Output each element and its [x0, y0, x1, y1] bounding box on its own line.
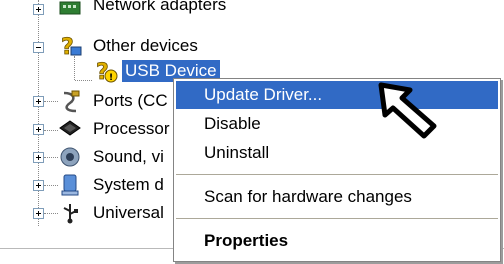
expand-plus-icon[interactable]: [33, 4, 44, 15]
tree-item-label: Other devices: [93, 36, 198, 55]
expand-plus-icon[interactable]: [33, 180, 44, 191]
menu-item-label: Uninstall: [204, 143, 270, 162]
expand-plus-icon[interactable]: [33, 208, 44, 219]
menu-item-label: Scan for hardware changes: [204, 187, 412, 206]
menu-item-label: Disable: [204, 114, 261, 133]
tree-item-label: System d: [93, 175, 164, 194]
system-device-icon: [61, 174, 79, 196]
menu-separator: [176, 218, 498, 219]
menu-item-update-driver[interactable]: Update Driver...: [176, 81, 498, 109]
port-icon: [63, 90, 80, 113]
processor-icon: [59, 120, 81, 136]
menu-item-scan-hardware[interactable]: Scan for hardware changes: [176, 183, 498, 211]
tree-item-label: Universal: [93, 203, 164, 222]
menu-item-properties[interactable]: Properties: [176, 227, 498, 255]
usb-icon: [63, 204, 78, 224]
svg-text:!: !: [109, 73, 113, 83]
menu-separator: [176, 174, 498, 175]
tree-item-label: Ports (CC: [93, 91, 168, 110]
unknown-device-icon: ?: [61, 35, 82, 58]
tree-item-label: Sound, vi: [93, 147, 164, 166]
tree-item-label: Processor: [93, 119, 170, 138]
tree-item-other-devices[interactable]: ? Other devices: [0, 34, 504, 60]
tree-item-network-adapters[interactable]: Network adapters: [0, 0, 504, 18]
menu-item-label: Update Driver...: [204, 85, 323, 104]
collapse-minus-icon[interactable]: [33, 42, 44, 53]
warning-device-icon: ? !: [96, 60, 118, 83]
menu-item-uninstall[interactable]: Uninstall: [176, 139, 498, 167]
expand-plus-icon[interactable]: [33, 152, 44, 163]
sound-icon: [60, 147, 80, 167]
context-menu: Update Driver... Disable Uninstall Scan …: [173, 78, 501, 262]
network-adapter-icon: [59, 1, 81, 15]
pointer-arrow-icon: [378, 82, 437, 139]
menu-item-disable[interactable]: Disable: [176, 110, 498, 138]
tree-item-label: Network adapters: [93, 0, 227, 14]
menu-item-label: Properties: [204, 231, 289, 250]
expand-plus-icon[interactable]: [33, 96, 44, 107]
expand-plus-icon[interactable]: [33, 124, 44, 135]
